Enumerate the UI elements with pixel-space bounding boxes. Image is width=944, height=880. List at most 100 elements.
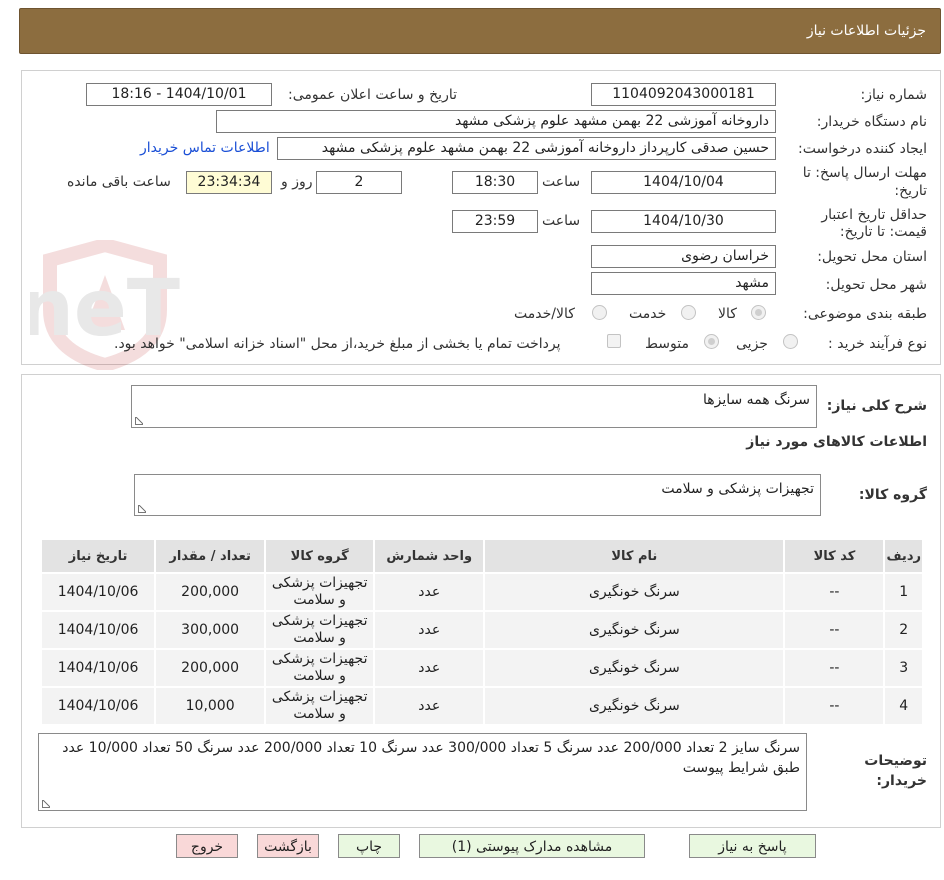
buyer-contact-link[interactable]: اطلاعات تماس خریدار — [140, 140, 270, 156]
requester-label: ایجاد کننده درخواست: — [798, 141, 927, 157]
cell-qty: 10,000 — [156, 688, 265, 724]
goods-group-label: گروه کالا: — [858, 487, 927, 503]
buyer-notes-label: توضیحات — [864, 753, 927, 769]
cell-qty: 200,000 — [156, 574, 265, 610]
page-header: جزئیات اطلاعات نیاز — [19, 8, 941, 54]
cell-group: تجهیزات پزشکی و سلامت — [266, 612, 374, 648]
need-number-field[interactable]: 1104092043000181 — [591, 83, 776, 106]
announce-label: تاریخ و ساعت اعلان عمومی: — [288, 87, 457, 103]
days-field[interactable]: 2 — [316, 171, 402, 194]
process-radio-medium[interactable] — [704, 334, 719, 349]
reply-button[interactable]: پاسخ به نیاز — [689, 834, 816, 858]
cell-name: سرنگ خونگیری — [485, 612, 784, 648]
cell-unit: عدد — [375, 650, 484, 686]
cell-code: -- — [785, 574, 884, 610]
col-qty: تعداد / مقدار — [156, 540, 265, 572]
table-row: 2 -- سرنگ خونگیری عدد تجهیزات پزشکی و سل… — [42, 612, 922, 648]
buyer-notes-text: سرنگ سایز 2 تعداد 200/000 عدد سرنگ 5 تعد… — [62, 740, 800, 776]
cell-row: 1 — [885, 574, 922, 610]
buyer-notes-textarea[interactable]: سرنگ سایز 2 تعداد 200/000 عدد سرنگ 5 تعد… — [38, 733, 807, 811]
cell-unit: عدد — [375, 688, 484, 724]
table-row: 4 -- سرنگ خونگیری عدد تجهیزات پزشکی و سل… — [42, 688, 922, 724]
cell-name: سرنگ خونگیری — [485, 650, 784, 686]
cell-group: تجهیزات پزشکی و سلامت — [266, 688, 374, 724]
summary-textarea[interactable]: سرنگ همه سایزها — [131, 385, 817, 428]
validity-label-2: قیمت: تا تاریخ: — [839, 224, 927, 240]
province-field[interactable]: خراسان رضوی — [591, 245, 776, 268]
exit-button[interactable]: خروج — [176, 834, 238, 858]
category-radio-goods-service[interactable] — [592, 305, 607, 320]
deadline-label: مهلت ارسال پاسخ: تا — [802, 165, 927, 181]
need-number-label: شماره نیاز: — [860, 87, 928, 103]
validity-time-field[interactable]: 23:59 — [452, 210, 538, 233]
col-date: تاریخ نیاز — [42, 540, 155, 572]
resize-grip-icon[interactable] — [42, 800, 50, 808]
category-radio-goods[interactable] — [751, 305, 766, 320]
province-label: استان محل تحویل: — [817, 249, 927, 265]
validity-date-field[interactable]: 1404/10/30 — [591, 210, 776, 233]
goods-info-title: اطلاعات کالاهای مورد نیاز — [746, 434, 927, 450]
days-label: روز و — [281, 174, 313, 190]
view-attachments-button[interactable]: مشاهده مدارک پیوستی (1) — [419, 834, 645, 858]
cell-name: سرنگ خونگیری — [485, 574, 784, 610]
cell-unit: عدد — [375, 574, 484, 610]
cell-date: 1404/10/06 — [42, 688, 155, 724]
validity-time-label: ساعت — [542, 213, 581, 229]
buyer-org-field[interactable]: داروخانه آموزشی 22 بهمن مشهد علوم پزشکی … — [216, 110, 776, 133]
summary-text: سرنگ همه سایزها — [702, 392, 810, 408]
cell-date: 1404/10/06 — [42, 574, 155, 610]
col-unit: واحد شمارش — [375, 540, 484, 572]
summary-label: شرح کلی نیاز: — [826, 398, 927, 414]
table-row: 1 -- سرنگ خونگیری عدد تجهیزات پزشکی و سل… — [42, 574, 922, 610]
requester-field[interactable]: حسین صدقی کارپرداز داروخانه آموزشی 22 به… — [277, 137, 776, 160]
page-title: جزئیات اطلاعات نیاز — [806, 23, 926, 39]
cell-group: تجهیزات پزشکی و سلامت — [266, 650, 374, 686]
remaining-label: ساعت باقی مانده — [67, 174, 171, 190]
cell-qty: 200,000 — [156, 650, 265, 686]
buyer-notes-label-2: خریدار: — [876, 773, 927, 789]
goods-table: ردیف کد کالا نام کالا واحد شمارش گروه کا… — [40, 538, 924, 726]
city-label: شهر محل تحویل: — [825, 277, 927, 293]
back-button[interactable]: بازگشت — [257, 834, 319, 858]
treasury-payment-note: پرداخت تمام یا بخشی از مبلغ خرید،از محل … — [114, 336, 561, 352]
category-option-goods: کالا — [718, 306, 737, 322]
announce-field[interactable]: 1404/10/01 - 18:16 — [86, 83, 272, 106]
validity-label: حداقل تاریخ اعتبار — [821, 207, 927, 223]
category-label: طبقه بندی موضوعی: — [803, 306, 927, 322]
process-radio-minor[interactable] — [783, 334, 798, 349]
cell-unit: عدد — [375, 612, 484, 648]
category-option-goods-service: کالا/خدمت — [514, 306, 575, 322]
resize-grip-icon[interactable] — [135, 417, 143, 425]
cell-code: -- — [785, 688, 884, 724]
col-group: گروه کالا — [266, 540, 374, 572]
deadline-date-field[interactable]: 1404/10/04 — [591, 171, 776, 194]
process-option-minor: جزیی — [736, 336, 768, 352]
cell-row: 4 — [885, 688, 922, 724]
city-field[interactable]: مشهد — [591, 272, 776, 295]
cell-code: -- — [785, 650, 884, 686]
deadline-time-field[interactable]: 18:30 — [452, 171, 538, 194]
cell-name: سرنگ خونگیری — [485, 688, 784, 724]
process-option-medium: متوسط — [645, 336, 689, 352]
cell-date: 1404/10/06 — [42, 612, 155, 648]
category-radio-service[interactable] — [681, 305, 696, 320]
goods-group-textarea[interactable]: تجهیزات پزشکی و سلامت — [134, 474, 821, 516]
cell-qty: 300,000 — [156, 612, 265, 648]
goods-group-text: تجهیزات پزشکی و سلامت — [661, 481, 814, 497]
deadline-label-2: تاریخ: — [894, 183, 927, 199]
resize-grip-icon[interactable] — [138, 505, 146, 513]
cell-group: تجهیزات پزشکی و سلامت — [266, 574, 374, 610]
process-label: نوع فرآیند خرید : — [828, 336, 927, 352]
print-button[interactable]: چاپ — [338, 834, 400, 858]
remaining-time-field[interactable]: 23:34:34 — [186, 171, 272, 194]
col-name: نام کالا — [485, 540, 784, 572]
table-row: 3 -- سرنگ خونگیری عدد تجهیزات پزشکی و سل… — [42, 650, 922, 686]
cell-date: 1404/10/06 — [42, 650, 155, 686]
treasury-checkbox[interactable] — [607, 334, 621, 348]
col-code: کد کالا — [785, 540, 884, 572]
category-option-service: خدمت — [629, 306, 667, 322]
cell-row: 2 — [885, 612, 922, 648]
cell-code: -- — [785, 612, 884, 648]
cell-row: 3 — [885, 650, 922, 686]
col-row: ردیف — [885, 540, 922, 572]
